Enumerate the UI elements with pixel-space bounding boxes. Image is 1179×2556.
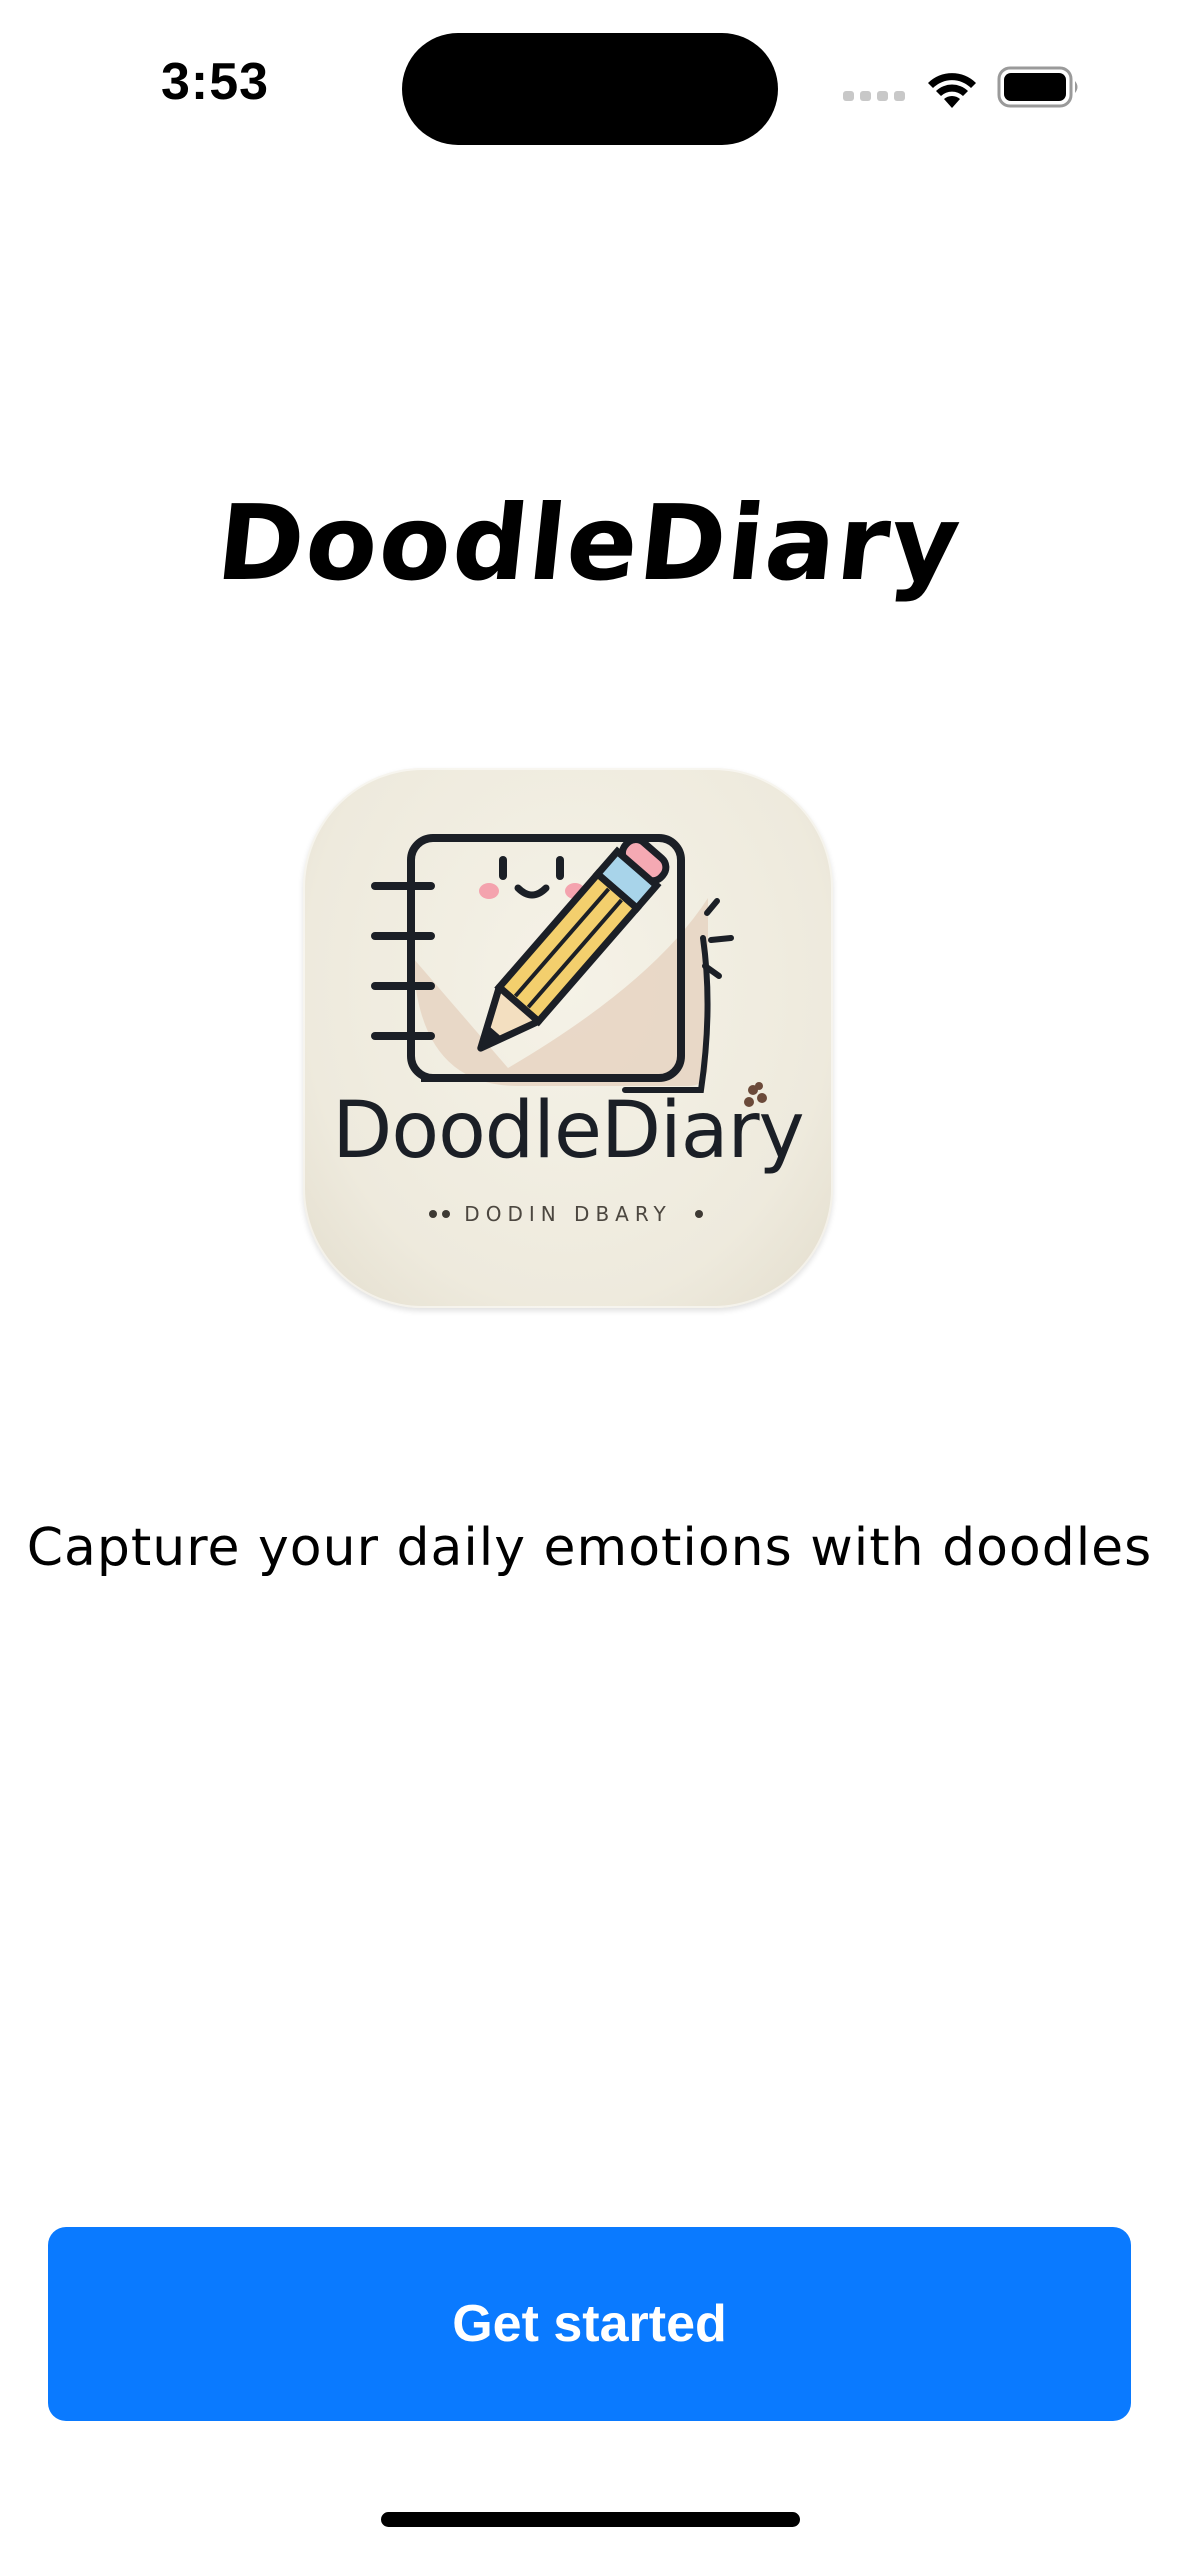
logo-subtext: DODIN DBARY: [464, 1202, 672, 1226]
notebook-pencil-icon: [371, 834, 767, 1218]
get-started-button[interactable]: Get started: [48, 2227, 1131, 2421]
dynamic-island: [402, 33, 778, 145]
logo-wordmark: DoodleDiary: [332, 1086, 804, 1176]
smiley-face-icon: [479, 856, 585, 899]
status-bar: 3:53: [0, 0, 1179, 180]
wifi-icon: [928, 73, 976, 108]
home-indicator[interactable]: [381, 2512, 800, 2527]
status-time: 3:53: [160, 53, 270, 111]
app-title: DoodleDiary: [211, 482, 968, 604]
tagline: Capture your daily emotions with doodles: [26, 1518, 1153, 1578]
app-logo: DoodleDiary DODIN DBARY: [303, 768, 833, 1308]
battery-icon: [997, 66, 1078, 108]
signal-icon: [843, 91, 905, 101]
